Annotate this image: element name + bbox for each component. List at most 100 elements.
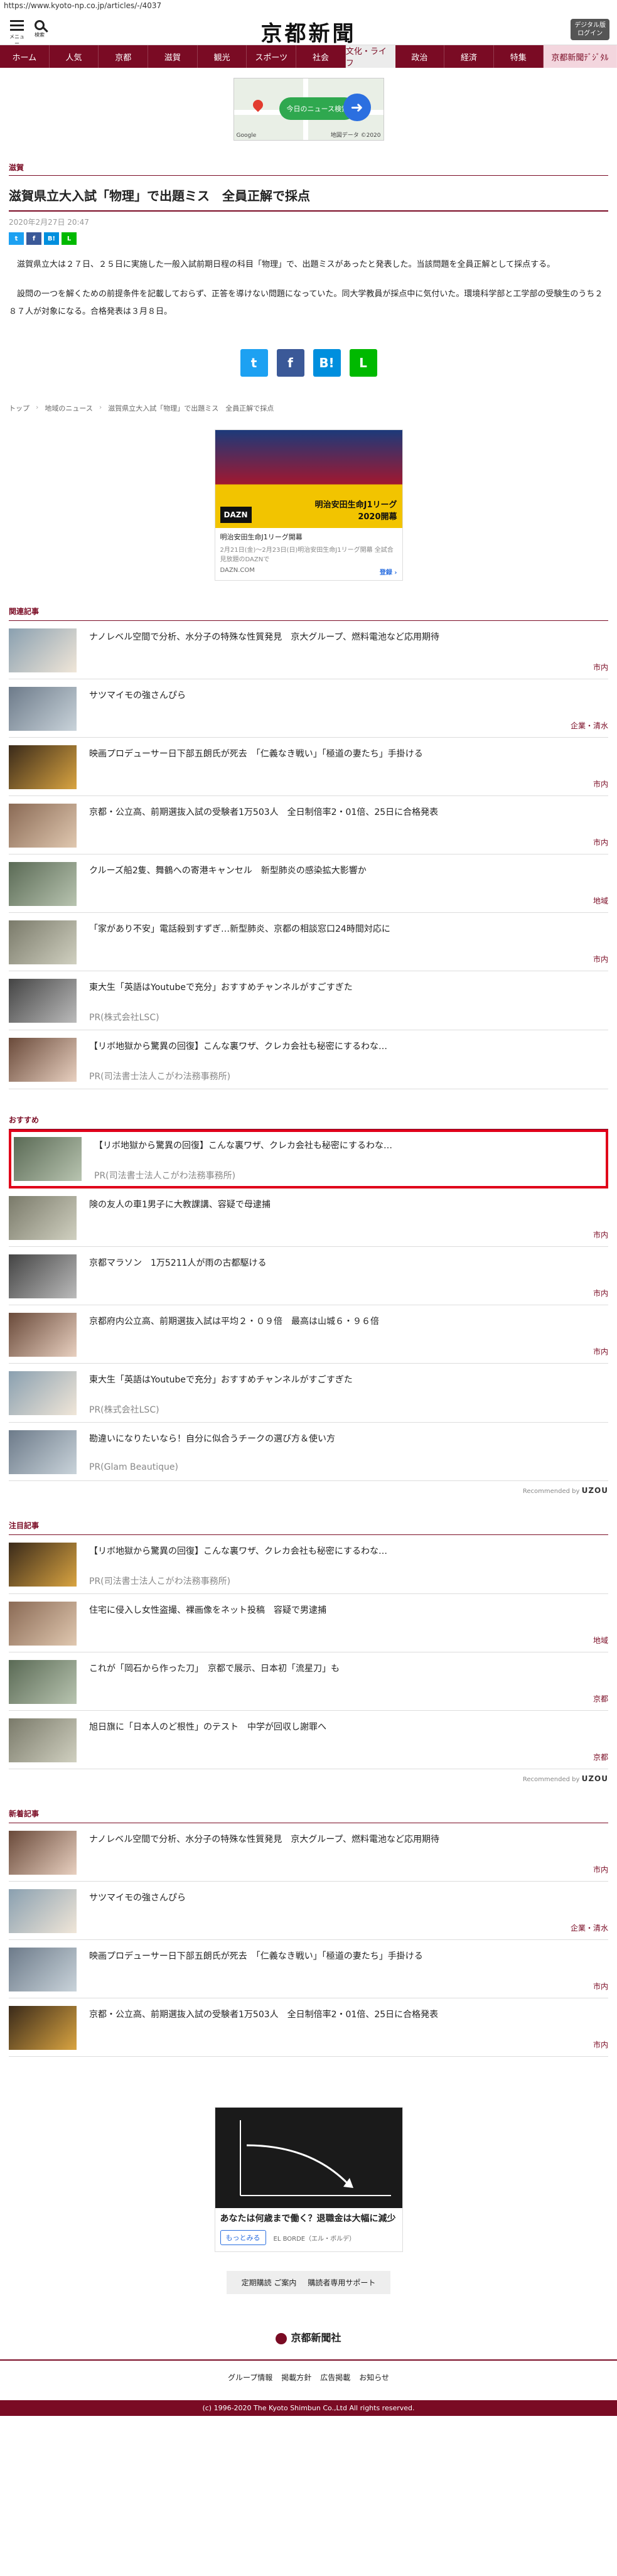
line-icon[interactable]: L <box>62 232 77 245</box>
article-category[interactable]: 滋賀 <box>9 162 608 176</box>
area-tag[interactable]: 市内 <box>593 1864 608 1875</box>
footer-link[interactable]: グループ情報 <box>228 2372 272 2383</box>
area-tag[interactable]: 企業・清水 <box>571 720 608 731</box>
list-item-title[interactable]: サツマイモの強さんぴら <box>89 1892 608 1905</box>
facebook-share-icon[interactable]: f <box>276 348 304 377</box>
list-item[interactable]: 東大生「英語はYoutubeで充分」おすすめチャンネルがすごすぎた PR(株式会社… <box>9 971 608 1030</box>
facebook-icon[interactable]: f <box>26 232 41 245</box>
site-logo[interactable]: 京都新聞 <box>261 16 357 47</box>
url-bar[interactable]: https://www.kyoto-np.co.jp/articles/-/40… <box>0 0 617 13</box>
list-item[interactable]: 京都府内公立高、前期選抜入試は平均２・０９倍 最高は山城６・９６倍市内 <box>9 1305 608 1364</box>
list-item-title[interactable]: ナノレベル空間で分析、水分子の特殊な性質発見 京大グループ、燃料電池など応用期待 <box>89 1833 608 1846</box>
footer-link[interactable]: 広告掲載 <box>320 2372 350 2383</box>
list-item-title[interactable]: 映画プロデューサー日下部五朗氏が死去 「仁義なき戦い」「極道の妻たち」手掛ける <box>89 1950 608 1963</box>
map-ad[interactable]: 今日のニュース検索 ➜ Google 地図データ ©2020 <box>233 78 384 141</box>
area-tag[interactable]: 地域 <box>593 1635 608 1646</box>
digital-login-button[interactable]: デジタル版 ログイン <box>571 19 609 40</box>
list-item-title[interactable]: 京都・公立高、前期選抜入試の受験者1万503人 全日制倍率2・01倍、25日に合… <box>89 806 608 819</box>
retirement-ad[interactable]: あなたは何歳まで働く？退職金は大幅に減少 もっとみる EL BORDE（エル・ボ… <box>214 2106 403 2253</box>
list-item-title[interactable]: 【リボ地獄から驚異の回復】こんな裏ワザ、クレカ会社も秘密にするわな… <box>94 1140 603 1153</box>
list-item[interactable]: 【リボ地獄から驚異の回復】こんな裏ワザ、クレカ会社も秘密にするわな… PR(司法書… <box>9 1535 608 1594</box>
hatena-share-icon[interactable]: B! <box>313 348 341 377</box>
nav-item[interactable]: スポーツ <box>247 45 297 68</box>
area-tag[interactable]: 市内 <box>593 837 608 848</box>
more-button[interactable]: もっとみる <box>220 2230 266 2246</box>
list-item[interactable]: ナノレベル空間で分析、水分子の特殊な性質発見 京大グループ、燃料電池など応用期待… <box>9 1823 608 1882</box>
list-item[interactable]: 京都・公立高、前期選抜入試の受験者1万503人 全日制倍率2・01倍、25日に合… <box>9 1998 608 2057</box>
area-tag[interactable]: 市内 <box>593 954 608 964</box>
nav-item[interactable]: 観光 <box>198 45 247 68</box>
area-tag[interactable]: 市内 <box>593 1981 608 1991</box>
nav-item[interactable]: 京都 <box>99 45 149 68</box>
list-item[interactable]: ナノレベル空間で分析、水分子の特殊な性質発見 京大グループ、燃料電池など応用期待… <box>9 621 608 679</box>
ad-register-link[interactable]: 登録 › <box>380 567 397 576</box>
list-item[interactable]: クルーズ船2隻、舞鶴への寄港キャンセル 新型肺炎の感染拡大影響か地域 <box>9 854 608 913</box>
footer-logo[interactable]: 京都新聞社 <box>0 2329 617 2344</box>
list-item-title[interactable]: 【リボ地獄から驚異の回復】こんな裏ワザ、クレカ会社も秘密にするわな… <box>89 1545 608 1558</box>
directions-icon[interactable]: ➜ <box>343 94 371 121</box>
nav-item[interactable]: 文化・ライフ <box>345 45 395 68</box>
list-item-title[interactable]: 「家があり不安」電話殺到すずぎ…新型肺炎、京都の相談窓口24時間対応に <box>89 923 608 936</box>
list-item-title[interactable]: クルーズ船2隻、舞鶴への寄港キャンセル 新型肺炎の感染拡大影響か <box>89 865 608 878</box>
list-item[interactable]: 京都・公立高、前期選抜入試の受験者1万503人 全日制倍率2・01倍、25日に合… <box>9 796 608 854</box>
list-item-title[interactable]: 東大生「英語はYoutubeで充分」おすすめチャンネルがすごすぎた <box>89 1374 608 1387</box>
list-item-title[interactable]: ナノレベル空間で分析、水分子の特殊な性質発見 京大グループ、燃料電池など応用期待 <box>89 631 608 644</box>
support-link[interactable]: 購読者専用サポート <box>308 2277 375 2288</box>
nav-item[interactable]: 京都新聞ﾃﾞｼﾞﾀﾙ <box>543 45 617 68</box>
list-item[interactable]: 険の友人の車1男子に大教課講、容疑で母逮捕 市内 <box>9 1188 608 1247</box>
line-share-icon[interactable]: L <box>349 348 377 377</box>
list-item-title[interactable]: 東大生「英語はYoutubeで充分」おすすめチャンネルがすごすぎた <box>89 981 608 994</box>
list-item-title[interactable]: これが「岡石から作った刀」 京都で展示、日本初「流星刀」も <box>89 1663 608 1676</box>
area-tag[interactable]: 地域 <box>593 895 608 906</box>
menu-button[interactable]: メニュー <box>9 18 25 47</box>
list-item[interactable]: 旭日旗に「日本人のど根性」のテスト 中学が回収し謝罪へ京都 <box>9 1711 608 1769</box>
list-item-title[interactable]: 京都・公立高、前期選抜入試の受験者1万503人 全日制倍率2・01倍、25日に合… <box>89 2008 608 2022</box>
nav-item[interactable]: 政治 <box>395 45 445 68</box>
area-tag[interactable]: 市内 <box>593 779 608 789</box>
list-item[interactable]: 東大生「英語はYoutubeで充分」おすすめチャンネルがすごすぎた PR(株式会社… <box>9 1364 608 1423</box>
list-item[interactable]: サツマイモの強さんぴら企業・清水 <box>9 679 608 738</box>
area-tag[interactable]: 市内 <box>593 1288 608 1298</box>
list-item-title[interactable]: 【リボ地獄から驚異の回復】こんな裏ワザ、クレカ会社も秘密にするわな… <box>89 1040 608 1054</box>
uzou-logo[interactable]: UZOU <box>582 1486 608 1495</box>
area-tag[interactable]: 京都 <box>593 1752 608 1762</box>
list-item-title[interactable]: 映画プロデューサー日下部五朗氏が死去 「仁義なき戦い」「極道の妻たち」手掛ける <box>89 748 608 761</box>
list-item[interactable]: これが「岡石から作った刀」 京都で展示、日本初「流星刀」も京都 <box>9 1652 608 1711</box>
nav-item[interactable]: 滋賀 <box>148 45 198 68</box>
list-item-title[interactable]: 京都マラソン 1万5211人が雨の古都駆ける <box>89 1257 608 1270</box>
list-item-title[interactable]: 旭日旗に「日本人のど根性」のテスト 中学が回収し謝罪へ <box>89 1721 608 1734</box>
area-tag[interactable]: 市内 <box>593 2039 608 2050</box>
list-item-title[interactable]: サツマイモの強さんぴら <box>89 689 608 703</box>
list-item-title[interactable]: 京都府内公立高、前期選抜入試は平均２・０９倍 最高は山城６・９６倍 <box>89 1315 608 1328</box>
list-item-title[interactable]: 勘違いになりたいなら！自分に似合うチークの選び方＆使い方 <box>89 1433 608 1446</box>
footer-link[interactable]: 掲載方針 <box>281 2372 311 2383</box>
subscribe-link[interactable]: 定期購読 ご案内 <box>242 2277 297 2288</box>
nav-item[interactable]: 経済 <box>444 45 494 68</box>
nav-item[interactable]: ホーム <box>0 45 50 68</box>
nav-item[interactable]: 特集 <box>494 45 544 68</box>
area-tag[interactable]: 市内 <box>593 1229 608 1240</box>
list-item[interactable]: 映画プロデューサー日下部五朗氏が死去 「仁義なき戦い」「極道の妻たち」手掛ける市… <box>9 1940 608 1998</box>
search-button[interactable]: 検索 <box>30 16 49 38</box>
list-item[interactable]: 【リボ地獄から驚異の回復】こんな裏ワザ、クレカ会社も秘密にするわな… PR(司法書… <box>9 1129 608 1188</box>
dazn-ad[interactable]: DAZN 明治安田生命J1リーグ 2020開幕 明治安田生命J1リーグ開幕 2月2… <box>214 429 403 581</box>
area-tag[interactable]: 市内 <box>593 1346 608 1357</box>
nav-item[interactable]: 人気 <box>50 45 99 68</box>
hatena-icon[interactable]: B! <box>44 232 59 245</box>
list-item[interactable]: 【リボ地獄から驚異の回復】こんな裏ワザ、クレカ会社も秘密にするわな… PR(司法書… <box>9 1030 608 1089</box>
area-tag[interactable]: 企業・清水 <box>571 1922 608 1933</box>
list-item[interactable]: 住宅に侵入し女性盗撮、裸画像をネット投稿 容疑で男逮捕地域 <box>9 1594 608 1652</box>
breadcrumb-item[interactable]: トップ <box>9 403 30 413</box>
uzou-logo[interactable]: UZOU <box>582 1774 608 1783</box>
list-item[interactable]: 勘違いになりたいなら！自分に似合うチークの選び方＆使い方 PR(Glam Beau… <box>9 1423 608 1481</box>
twitter-share-icon[interactable]: t <box>240 348 268 377</box>
footer-link[interactable]: お知らせ <box>359 2372 389 2383</box>
list-item-title[interactable]: 住宅に侵入し女性盗撮、裸画像をネット投稿 容疑で男逮捕 <box>89 1604 608 1617</box>
twitter-icon[interactable]: t <box>9 232 24 245</box>
list-item[interactable]: サツマイモの強さんぴら企業・清水 <box>9 1882 608 1940</box>
area-tag[interactable]: 京都 <box>593 1693 608 1704</box>
area-tag[interactable]: 市内 <box>593 662 608 672</box>
list-item[interactable]: 「家があり不安」電話殺到すずぎ…新型肺炎、京都の相談窓口24時間対応に市内 <box>9 913 608 971</box>
list-item[interactable]: 京都マラソン 1万5211人が雨の古都駆ける市内 <box>9 1247 608 1305</box>
breadcrumb-item[interactable]: 地域のニュース <box>45 403 92 413</box>
